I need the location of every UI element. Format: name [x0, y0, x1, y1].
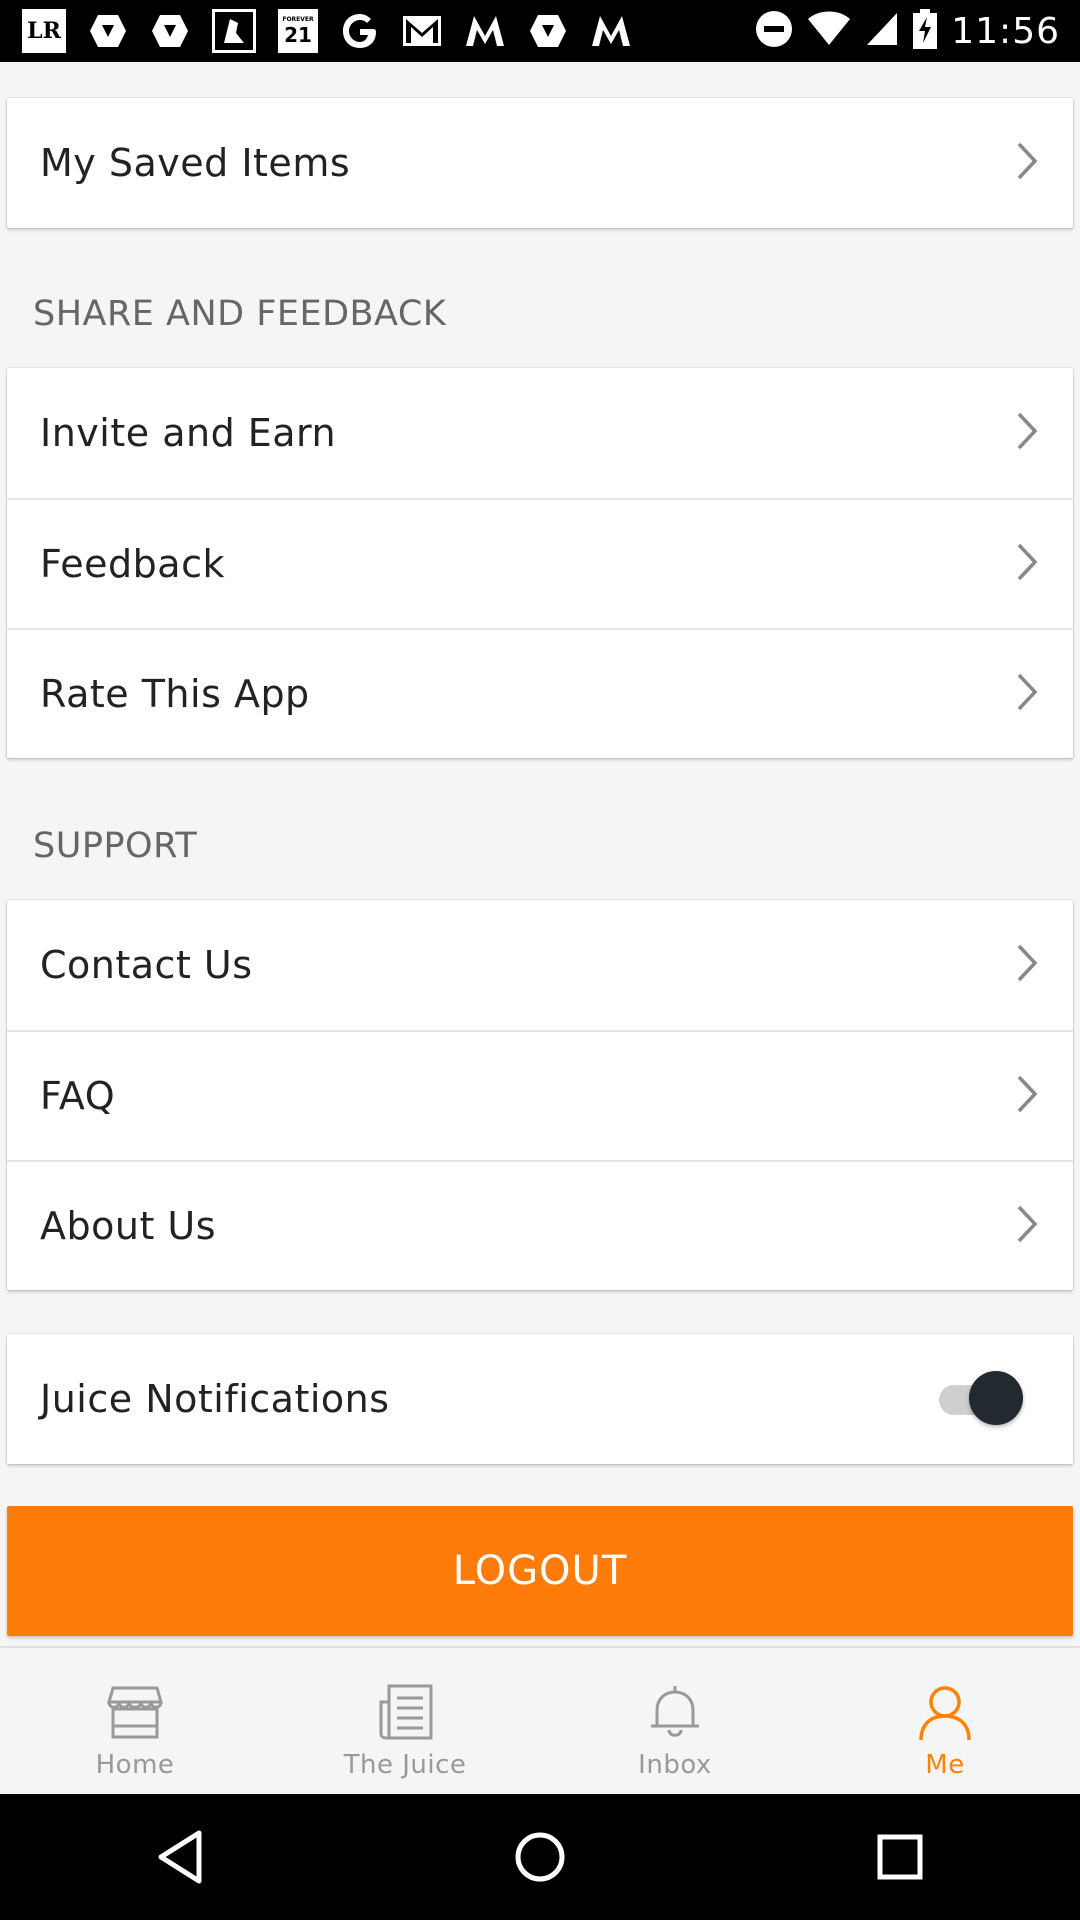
dnd-icon — [755, 10, 793, 52]
m-icon — [464, 9, 506, 53]
back-triangle-icon — [158, 1830, 202, 1884]
about-us-row[interactable]: About Us — [7, 1160, 1073, 1290]
saved-items-row[interactable]: My Saved Items — [7, 98, 1073, 228]
lr-app-icon: LR — [22, 9, 66, 53]
chevron-right-icon — [1015, 1204, 1039, 1248]
row-label: Contact Us — [40, 943, 253, 987]
nav-label: Inbox — [638, 1750, 712, 1780]
forever21-big-text: 21 — [284, 23, 312, 47]
nav-the-juice[interactable]: The Juice — [270, 1648, 540, 1796]
m-icon — [590, 9, 632, 53]
system-navigation-bar — [0, 1794, 1080, 1920]
bottom-navigation: Home The Juice Inbox Me — [0, 1646, 1080, 1796]
section-title-support: SUPPORT — [33, 826, 198, 866]
back-button[interactable] — [120, 1812, 240, 1902]
nav-home[interactable]: Home — [0, 1648, 270, 1796]
app-icon — [88, 9, 128, 53]
row-label: My Saved Items — [40, 141, 351, 185]
bell-icon — [645, 1682, 705, 1746]
home-circle-icon — [515, 1832, 565, 1882]
wifi-icon — [807, 11, 851, 51]
contact-us-row[interactable]: Contact Us — [7, 900, 1073, 1030]
news-icon — [375, 1682, 435, 1746]
battery-icon — [913, 9, 938, 53]
chevron-right-icon — [1015, 141, 1039, 185]
recents-square-icon — [877, 1834, 923, 1880]
nav-label: Home — [95, 1750, 175, 1780]
nav-me[interactable]: Me — [810, 1648, 1080, 1796]
juice-notifications-row: Juice Notifications — [7, 1334, 1073, 1464]
clock: 11:56 — [951, 10, 1060, 52]
row-label: Invite and Earn — [40, 411, 337, 455]
recents-button[interactable] — [840, 1812, 960, 1902]
home-button[interactable] — [480, 1812, 600, 1902]
nav-label: Me — [925, 1750, 965, 1780]
row-label: FAQ — [40, 1074, 116, 1118]
saved-items-card: My Saved Items — [7, 98, 1073, 228]
nav-inbox[interactable]: Inbox — [540, 1648, 810, 1796]
gmail-icon — [402, 9, 442, 53]
chevron-right-icon — [1015, 943, 1039, 987]
notifications-card: Juice Notifications — [7, 1334, 1073, 1464]
section-title-share-feedback: SHARE AND FEEDBACK — [33, 294, 447, 334]
nav-label: The Juice — [343, 1750, 467, 1780]
faq-row[interactable]: FAQ — [7, 1030, 1073, 1160]
row-label: Juice Notifications — [40, 1377, 390, 1421]
share-feedback-card: Invite and Earn Feedback Rate This App — [7, 368, 1073, 758]
chevron-right-icon — [1015, 411, 1039, 455]
row-label: Feedback — [40, 542, 225, 586]
row-label: About Us — [40, 1204, 217, 1248]
invite-and-earn-row[interactable]: Invite and Earn — [7, 368, 1073, 498]
signal-icon — [865, 11, 899, 51]
store-icon — [105, 1682, 165, 1746]
chevron-right-icon — [1015, 542, 1039, 586]
rate-this-app-row[interactable]: Rate This App — [7, 628, 1073, 758]
juice-notifications-toggle[interactable] — [939, 1371, 1023, 1427]
logout-button[interactable]: LOGOUT — [7, 1506, 1073, 1636]
person-icon — [915, 1682, 975, 1746]
row-label: Rate This App — [40, 672, 310, 716]
app-icon — [150, 9, 190, 53]
toggle-knob — [969, 1371, 1023, 1425]
google-icon — [340, 9, 380, 53]
chevron-right-icon — [1015, 672, 1039, 716]
app-icon — [212, 9, 256, 53]
feedback-row[interactable]: Feedback — [7, 498, 1073, 628]
forever21-icon: FOREVER 21 — [278, 9, 318, 53]
app-icon — [528, 9, 568, 53]
support-card: Contact Us FAQ About Us — [7, 900, 1073, 1290]
status-bar: LR FOREVER 21 11:56 — [0, 0, 1080, 62]
chevron-right-icon — [1015, 1074, 1039, 1118]
